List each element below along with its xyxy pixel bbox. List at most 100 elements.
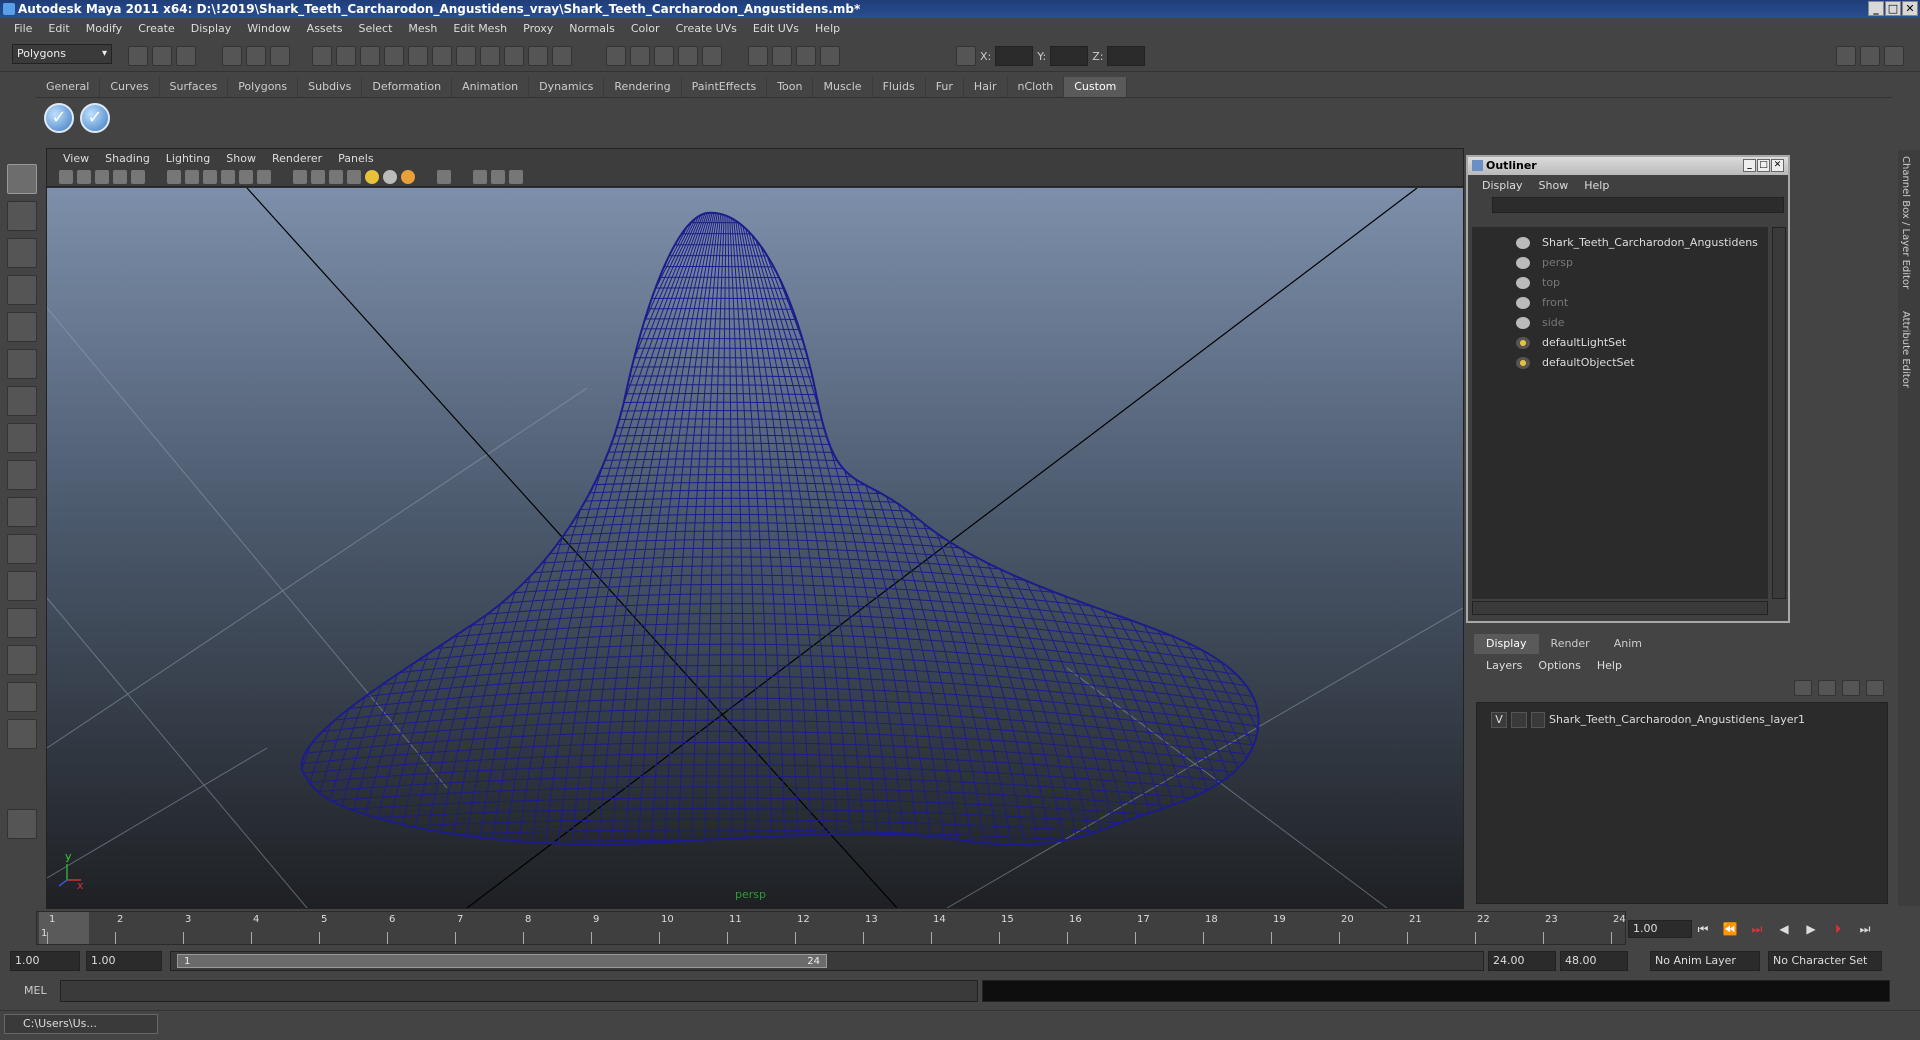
go-to-start-icon[interactable]: ⏮ xyxy=(1694,920,1712,938)
xray-components-icon[interactable] xyxy=(509,170,523,184)
outliner-minimize-button[interactable]: _ xyxy=(1743,159,1756,172)
input-ops-icon[interactable] xyxy=(552,46,572,66)
menu-help[interactable]: Help xyxy=(807,22,848,35)
camera-attributes-icon[interactable] xyxy=(77,170,91,184)
wireframe-icon[interactable] xyxy=(293,170,307,184)
menu-edit-uvs[interactable]: Edit UVs xyxy=(745,22,807,35)
outliner-persp-layout-icon[interactable] xyxy=(7,608,37,638)
hypershade-persp-layout-icon[interactable] xyxy=(7,682,37,712)
shelf-tab-painteffects[interactable]: PaintEffects xyxy=(682,77,768,97)
playback-start-field[interactable]: 1.00 xyxy=(86,951,162,971)
gate-mask-icon[interactable] xyxy=(203,170,217,184)
last-tool-icon[interactable] xyxy=(7,497,37,527)
scale-tool-icon[interactable] xyxy=(7,349,37,379)
history-icon[interactable] xyxy=(480,46,500,66)
smooth-shade-icon[interactable] xyxy=(311,170,325,184)
menu-modify[interactable]: Modify xyxy=(78,22,130,35)
shelf-tab-general[interactable]: General xyxy=(36,77,101,97)
image-plane-icon[interactable] xyxy=(113,170,127,184)
viewport-3d-canvas[interactable]: y x persp xyxy=(47,188,1463,908)
layer-display-type-toggle[interactable] xyxy=(1511,712,1527,728)
select-object-icon[interactable] xyxy=(246,46,266,66)
side-tab-attribute-editor[interactable]: Attribute Editor xyxy=(1898,305,1913,394)
grid-toggle-icon[interactable] xyxy=(131,170,145,184)
menu-edit[interactable]: Edit xyxy=(40,22,77,35)
outliner-item-default-object-set[interactable]: defaultObjectSet xyxy=(1472,353,1768,373)
step-forward-key-icon[interactable]: ⏵ xyxy=(1829,920,1847,938)
z-field[interactable] xyxy=(1107,46,1146,66)
isolate-select-icon[interactable] xyxy=(437,170,451,184)
select-hierarchy-icon[interactable] xyxy=(222,46,242,66)
layer-tab-anim[interactable]: Anim xyxy=(1602,634,1654,654)
outliner-menu-show[interactable]: Show xyxy=(1531,179,1577,192)
menu-assets[interactable]: Assets xyxy=(299,22,351,35)
command-input[interactable] xyxy=(60,980,978,1002)
menu-color[interactable]: Color xyxy=(623,22,668,35)
open-scene-icon[interactable] xyxy=(152,46,172,66)
paint-select-tool-icon[interactable] xyxy=(7,238,37,268)
minimize-button[interactable]: _ xyxy=(1868,1,1884,16)
step-back-key-icon[interactable]: ⏭ xyxy=(1748,920,1766,938)
rotate-tool-icon[interactable] xyxy=(7,312,37,342)
menu-normals[interactable]: Normals xyxy=(561,22,623,35)
move-layer-up-icon[interactable] xyxy=(1794,680,1812,696)
wireframe-on-shaded-icon[interactable] xyxy=(329,170,343,184)
shelf-tab-hair[interactable]: Hair xyxy=(964,77,1008,97)
shelf-tab-dynamics[interactable]: Dynamics xyxy=(529,77,605,97)
outliner-item-front[interactable]: front xyxy=(1472,293,1768,313)
select-component-icon[interactable] xyxy=(270,46,290,66)
range-track[interactable]: 1 24 xyxy=(170,951,1484,971)
menu-file[interactable]: File xyxy=(6,22,40,35)
shelf-tab-rendering[interactable]: Rendering xyxy=(604,77,682,97)
menu-edit-mesh[interactable]: Edit Mesh xyxy=(445,22,515,35)
layer-tab-display[interactable]: Display xyxy=(1474,634,1539,654)
shadows-icon[interactable] xyxy=(401,170,415,184)
single-pane-layout-icon[interactable] xyxy=(7,534,37,564)
default-light-icon[interactable] xyxy=(365,170,379,184)
show-manipulator-icon[interactable] xyxy=(7,460,37,490)
pick-mask-icon[interactable] xyxy=(312,46,332,66)
render-globals-icon[interactable] xyxy=(772,46,792,66)
lasso-tool-icon[interactable] xyxy=(7,201,37,231)
transform-mode-icon[interactable] xyxy=(956,46,976,66)
layer-menu-help[interactable]: Help xyxy=(1589,659,1630,672)
close-button[interactable]: ✕ xyxy=(1902,1,1918,16)
side-tab-channel-box[interactable]: Channel Box / Layer Editor xyxy=(1898,150,1913,295)
bookmark-icon[interactable] xyxy=(95,170,109,184)
viewport-menu-show[interactable]: Show xyxy=(218,152,264,165)
render-settings-icon[interactable] xyxy=(678,46,698,66)
camera-select-icon[interactable] xyxy=(59,170,73,184)
viewport-menu-lighting[interactable]: Lighting xyxy=(158,152,218,165)
shelf-tab-ncloth[interactable]: nCloth xyxy=(1008,77,1065,97)
check-icon-2[interactable]: ✓ xyxy=(80,103,110,133)
time-ruler[interactable]: 1 1 2 3 4 5 6 7 8 9 10 11 12 13 14 15 16 17 18 19 20 21 22 23 2… xyxy=(36,911,1626,945)
four-pane-layout-icon[interactable] xyxy=(7,571,37,601)
menu-display[interactable]: Display xyxy=(183,22,240,35)
field-chart-icon[interactable] xyxy=(221,170,235,184)
manipulator-tool-icon[interactable] xyxy=(7,386,37,416)
menu-proxy[interactable]: Proxy xyxy=(515,22,561,35)
y-field[interactable] xyxy=(1050,46,1089,66)
x-field[interactable] xyxy=(995,46,1034,66)
textured-icon[interactable] xyxy=(347,170,361,184)
menu-create-uvs[interactable]: Create UVs xyxy=(668,22,745,35)
shelf-tab-animation[interactable]: Animation xyxy=(452,77,530,97)
shelf-tab-fur[interactable]: Fur xyxy=(926,77,964,97)
xray-joints-icon[interactable] xyxy=(491,170,505,184)
outliner-menu-display[interactable]: Display xyxy=(1474,179,1531,192)
select-tool-icon[interactable] xyxy=(7,164,37,194)
viewport-menu-shading[interactable]: Shading xyxy=(97,152,158,165)
taskbar-window-item[interactable]: C:\Users\Us... xyxy=(4,1014,158,1034)
layer-menu-layers[interactable]: Layers xyxy=(1478,659,1530,672)
playback-end-field[interactable]: 24.00 xyxy=(1488,951,1556,971)
layer-color-swatch[interactable] xyxy=(1531,712,1545,728)
menu-create[interactable]: Create xyxy=(130,22,183,35)
shelf-tab-polygons[interactable]: Polygons xyxy=(228,77,299,97)
outliner-item-side[interactable]: side xyxy=(1472,313,1768,333)
resolution-gate-icon[interactable] xyxy=(185,170,199,184)
outliner-vertical-scrollbar[interactable] xyxy=(1772,227,1786,599)
snap-grid-icon[interactable] xyxy=(336,46,356,66)
shelf-tab-subdivs[interactable]: Subdivs xyxy=(298,77,363,97)
play-backwards-icon[interactable]: ◀ xyxy=(1775,920,1793,938)
viewport-menu-panels[interactable]: Panels xyxy=(330,152,381,165)
